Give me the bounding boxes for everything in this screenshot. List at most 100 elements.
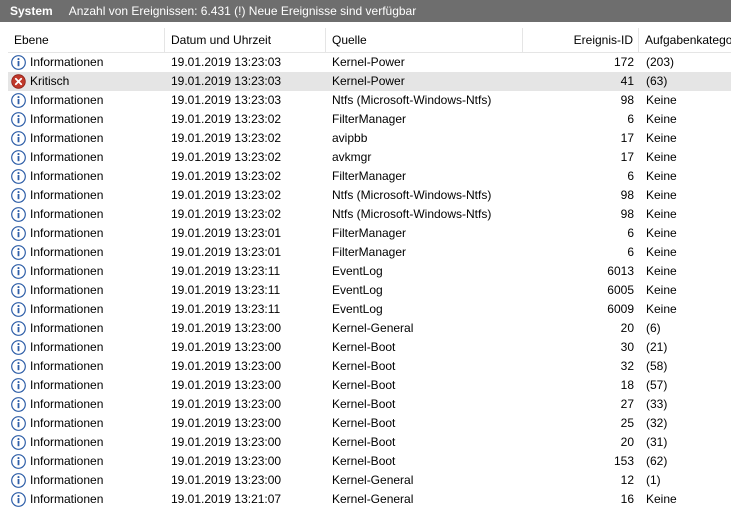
date-cell: 19.01.2019 13:23:01 — [171, 245, 282, 259]
category-cell: Keine — [646, 207, 677, 221]
level-label: Informationen — [30, 264, 104, 278]
category-cell: (203) — [646, 55, 675, 69]
level-label: Informationen — [30, 340, 104, 354]
category-cell: Keine — [646, 93, 677, 107]
level-cell: Informationen — [11, 53, 163, 72]
table-row[interactable]: Informationen 19.01.2019 13:23:02 Ntfs (Mi… — [8, 186, 731, 205]
level-cell: Informationen — [11, 490, 163, 508]
table-row[interactable]: Informationen 19.01.2019 13:23:00 Kernel-B… — [8, 376, 731, 395]
event-id-cell: 6 — [627, 112, 634, 126]
level-label: Informationen — [30, 245, 104, 259]
info-icon — [11, 207, 26, 222]
category-cell: (57) — [646, 378, 668, 392]
info-icon — [11, 302, 26, 317]
level-label: Informationen — [30, 492, 104, 506]
level-label: Informationen — [30, 454, 104, 468]
date-cell: 19.01.2019 13:23:02 — [171, 169, 282, 183]
source-cell: FilterManager — [332, 169, 407, 183]
source-cell: Kernel-General — [332, 473, 414, 487]
table-row[interactable]: Informationen 19.01.2019 13:23:03 Kernel-P… — [8, 53, 731, 72]
level-cell: Informationen — [11, 433, 163, 452]
table-row[interactable]: Informationen 19.01.2019 13:23:02 avipbb 17… — [8, 129, 731, 148]
event-count-info: Anzahl von Ereignissen: 6.431 (!) Neue E… — [68, 4, 417, 18]
column-header-level[interactable]: Ebene — [8, 28, 165, 52]
info-icon — [11, 264, 26, 279]
date-cell: 19.01.2019 13:23:11 — [171, 264, 281, 278]
level-cell: Informationen — [11, 262, 163, 281]
level-label: Informationen — [30, 207, 104, 221]
column-header-category[interactable]: Aufgabenkategorie — [639, 28, 731, 52]
level-cell: Informationen — [11, 129, 163, 148]
table-row[interactable]: Informationen 19.01.2019 13:23:00 Kernel-B… — [8, 452, 731, 471]
table-body: Informationen 19.01.2019 13:23:03 Kernel-P… — [8, 53, 731, 508]
level-cell: Kritisch — [11, 72, 163, 91]
level-cell: Informationen — [11, 205, 163, 224]
level-label: Informationen — [30, 283, 104, 297]
source-cell: FilterManager — [332, 226, 407, 240]
category-cell: Keine — [646, 302, 677, 316]
event-id-cell: 98 — [620, 207, 634, 221]
source-cell: Kernel-Boot — [332, 359, 396, 373]
table-row[interactable]: Informationen 19.01.2019 13:23:01 FilterMa… — [8, 224, 731, 243]
date-cell: 19.01.2019 13:23:00 — [171, 454, 282, 468]
level-cell: Informationen — [11, 357, 163, 376]
info-icon — [11, 188, 26, 203]
table-header: Ebene Datum und Uhrzeit Quelle Ereignis-… — [8, 28, 731, 53]
level-cell: Informationen — [11, 338, 163, 357]
source-cell: avkmgr — [332, 150, 372, 164]
info-icon — [11, 112, 26, 127]
table-row[interactable]: Informationen 19.01.2019 13:23:00 Kernel-B… — [8, 433, 731, 452]
table-row[interactable]: Informationen 19.01.2019 13:23:00 Kernel-B… — [8, 395, 731, 414]
table-row[interactable]: Informationen 19.01.2019 13:21:07 Kernel-G… — [8, 490, 731, 508]
column-header-event-id[interactable]: Ereignis-ID — [523, 28, 639, 52]
table-row[interactable]: Informationen 19.01.2019 13:23:11 EventLog… — [8, 300, 731, 319]
table-row[interactable]: Informationen 19.01.2019 13:23:03 Ntfs (Mi… — [8, 91, 731, 110]
date-cell: 19.01.2019 13:23:01 — [171, 226, 282, 240]
category-cell: Keine — [646, 112, 677, 126]
category-cell: Keine — [646, 226, 677, 240]
event-id-cell: 153 — [613, 454, 634, 468]
table-row[interactable]: Informationen 19.01.2019 13:23:00 Kernel-B… — [8, 357, 731, 376]
table-row[interactable]: Informationen 19.01.2019 13:23:01 FilterMa… — [8, 243, 731, 262]
event-id-cell: 18 — [620, 378, 634, 392]
source-cell: Ntfs (Microsoft-Windows-Ntfs) — [332, 207, 492, 221]
table-row[interactable]: Informationen 19.01.2019 13:23:11 EventLog… — [8, 281, 731, 300]
info-icon — [11, 340, 26, 355]
log-name: System — [10, 4, 53, 18]
date-cell: 19.01.2019 13:23:00 — [171, 397, 282, 411]
table-row[interactable]: Informationen 19.01.2019 13:23:02 FilterMa… — [8, 110, 731, 129]
info-icon — [11, 169, 26, 184]
table-row[interactable]: Informationen 19.01.2019 13:23:00 Kernel-B… — [8, 338, 731, 357]
table-row[interactable]: Informationen 19.01.2019 13:23:00 Kernel-G… — [8, 319, 731, 338]
event-id-cell: 6 — [627, 226, 634, 240]
source-cell: FilterManager — [332, 112, 407, 126]
level-cell: Informationen — [11, 148, 163, 167]
source-cell: Kernel-Power — [332, 55, 405, 69]
level-cell: Informationen — [11, 243, 163, 262]
category-cell: Keine — [646, 188, 677, 202]
table-row[interactable]: Informationen 19.01.2019 13:23:02 avkmgr 17… — [8, 148, 731, 167]
date-cell: 19.01.2019 13:23:03 — [171, 93, 282, 107]
source-cell: EventLog — [332, 283, 383, 297]
date-cell: 19.01.2019 13:21:07 — [171, 492, 282, 506]
event-id-cell: 172 — [613, 55, 634, 69]
event-id-cell: 6 — [627, 245, 634, 259]
source-cell: EventLog — [332, 302, 383, 316]
event-id-cell: 98 — [620, 93, 634, 107]
table-row[interactable]: Informationen 19.01.2019 13:23:02 FilterMa… — [8, 167, 731, 186]
table-row[interactable]: Informationen 19.01.2019 13:23:11 EventLog… — [8, 262, 731, 281]
table-row[interactable]: Informationen 19.01.2019 13:23:00 Kernel-G… — [8, 471, 731, 490]
info-icon — [11, 321, 26, 336]
table-row[interactable]: Informationen 19.01.2019 13:23:02 Ntfs (Mi… — [8, 205, 731, 224]
event-id-cell: 6013 — [607, 264, 634, 278]
column-header-date[interactable]: Datum und Uhrzeit — [165, 28, 326, 52]
column-header-source[interactable]: Quelle — [326, 28, 523, 52]
category-cell: (33) — [646, 397, 668, 411]
date-cell: 19.01.2019 13:23:00 — [171, 321, 282, 335]
level-cell: Informationen — [11, 319, 163, 338]
category-cell: Keine — [646, 264, 677, 278]
level-cell: Informationen — [11, 167, 163, 186]
table-row[interactable]: Kritisch 19.01.2019 13:23:03 Kernel-Power 4… — [8, 72, 731, 91]
event-id-cell: 20 — [620, 435, 634, 449]
table-row[interactable]: Informationen 19.01.2019 13:23:00 Kernel-B… — [8, 414, 731, 433]
